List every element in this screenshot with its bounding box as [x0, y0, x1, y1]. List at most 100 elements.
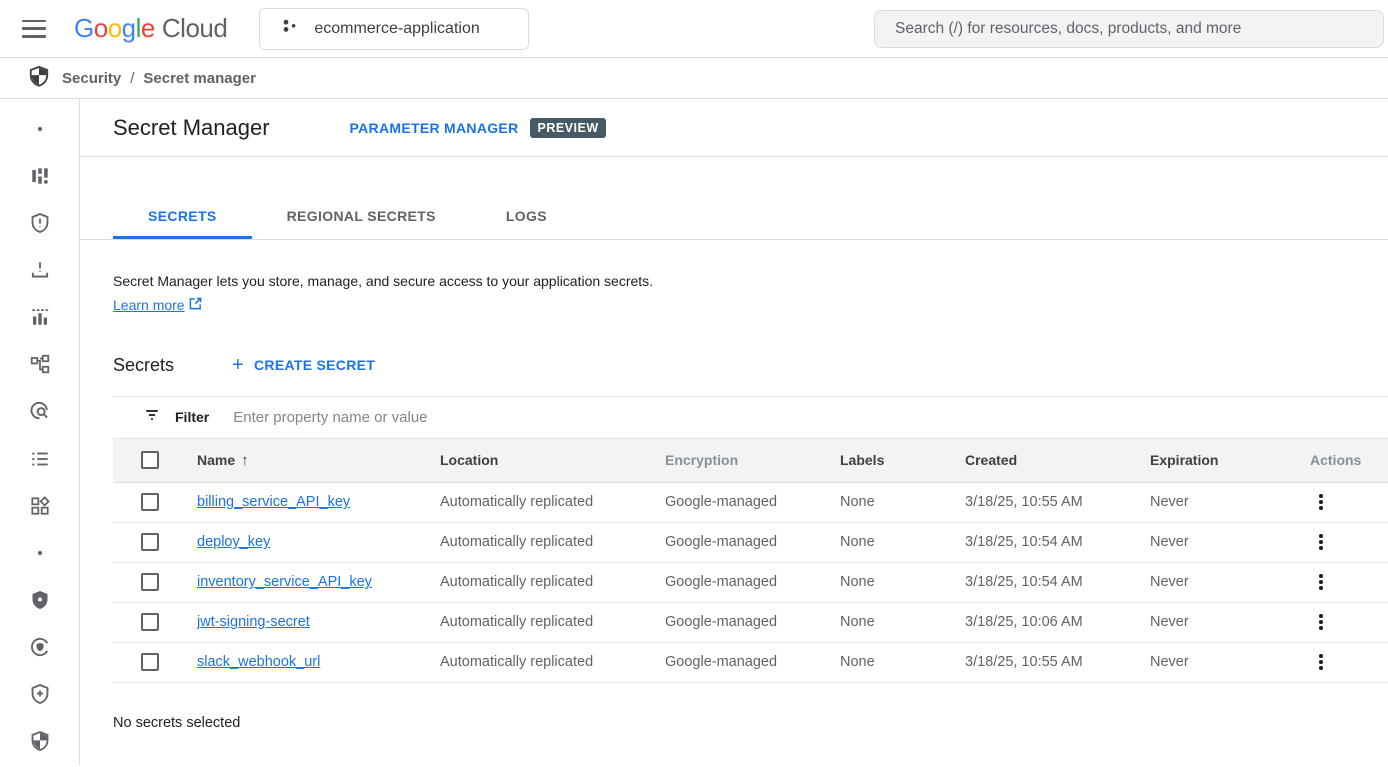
labels-cell: None: [840, 534, 965, 550]
chart-icon[interactable]: [0, 294, 79, 341]
tab-secrets[interactable]: SECRETS: [113, 193, 252, 239]
external-link-icon: [189, 297, 202, 313]
row-actions-menu-icon[interactable]: [1315, 610, 1327, 634]
create-secret-button[interactable]: + CREATE SECRET: [232, 355, 375, 375]
expiration-cell: Never: [1150, 654, 1300, 670]
overview-icon[interactable]: [0, 152, 79, 199]
column-header-name[interactable]: Name ↑: [197, 452, 440, 469]
tab-regional-secrets[interactable]: REGIONAL SECRETS: [252, 193, 471, 239]
encryption-cell: Google-managed: [665, 654, 840, 670]
page-description: Secret Manager lets you store, manage, a…: [113, 272, 1388, 292]
encryption-cell: Google-managed: [665, 494, 840, 510]
row-actions-menu-icon[interactable]: [1315, 650, 1327, 674]
menu-icon[interactable]: [22, 20, 46, 38]
filter-label: Filter: [175, 409, 209, 425]
project-name: ecommerce-application: [314, 20, 479, 38]
column-header-actions: Actions: [1300, 452, 1388, 468]
filter-bar[interactable]: Filter: [113, 397, 1388, 439]
location-cell: Automatically replicated: [440, 494, 665, 510]
shield-half-icon[interactable]: [0, 718, 79, 765]
parameter-manager-link[interactable]: PARAMETER MANAGER: [350, 120, 519, 136]
secret-name-link[interactable]: slack_webhook_url: [197, 654, 320, 670]
left-nav-rail: [0, 99, 80, 765]
project-selector[interactable]: ecommerce-application: [259, 8, 529, 50]
expiration-cell: Never: [1150, 574, 1300, 590]
row-checkbox[interactable]: [141, 533, 159, 551]
table-row: deploy_key Automatically replicated Goog…: [113, 523, 1388, 563]
dot-indicator-icon[interactable]: [0, 529, 79, 576]
filter-input[interactable]: [233, 409, 653, 426]
column-header-created[interactable]: Created: [965, 452, 1150, 468]
select-all-checkbox[interactable]: [141, 451, 159, 469]
row-checkbox[interactable]: [141, 573, 159, 591]
shield-dot-icon[interactable]: [0, 576, 79, 623]
breadcrumb: Security / Secret manager: [0, 58, 1388, 99]
secret-name-link[interactable]: jwt-signing-secret: [197, 614, 310, 630]
table-row: inventory_service_API_key Automatically …: [113, 563, 1388, 603]
selection-status: No secrets selected: [113, 715, 1388, 731]
shield-alert-icon[interactable]: [0, 199, 79, 246]
shapes-icon[interactable]: [0, 482, 79, 529]
created-cell: 3/18/25, 10:54 AM: [965, 534, 1150, 550]
location-cell: Automatically replicated: [440, 534, 665, 550]
encryption-cell: Google-managed: [665, 534, 840, 550]
row-actions-menu-icon[interactable]: [1315, 570, 1327, 594]
dot-indicator-icon[interactable]: [0, 105, 79, 152]
row-checkbox[interactable]: [141, 653, 159, 671]
learn-more-link[interactable]: Learn more: [113, 297, 202, 313]
top-app-bar: Google Cloud ecommerce-application: [0, 0, 1388, 58]
secrets-table: Filter Name ↑ Location Encryption Labels…: [113, 396, 1388, 683]
sort-ascending-icon: ↑: [241, 452, 249, 469]
created-cell: 3/18/25, 10:54 AM: [965, 574, 1150, 590]
table-row: billing_service_API_key Automatically re…: [113, 483, 1388, 523]
inbox-alert-icon[interactable]: [0, 246, 79, 293]
column-header-encryption[interactable]: Encryption: [665, 452, 840, 468]
secrets-section-title: Secrets: [113, 355, 174, 376]
column-header-labels[interactable]: Labels: [840, 452, 965, 468]
plus-icon: +: [232, 355, 244, 375]
encryption-cell: Google-managed: [665, 614, 840, 630]
list-icon[interactable]: [0, 435, 79, 482]
created-cell: 3/18/25, 10:06 AM: [965, 614, 1150, 630]
table-body: billing_service_API_key Automatically re…: [113, 483, 1388, 683]
labels-cell: None: [840, 614, 965, 630]
secret-name-link[interactable]: deploy_key: [197, 534, 270, 550]
hierarchy-icon[interactable]: [0, 341, 79, 388]
table-header: Name ↑ Location Encryption Labels Create…: [113, 439, 1388, 483]
project-icon: [280, 16, 300, 41]
secret-name-link[interactable]: billing_service_API_key: [197, 494, 350, 510]
breadcrumb-section[interactable]: Security: [62, 70, 121, 87]
shield-plus-icon[interactable]: [0, 671, 79, 718]
preview-badge: PREVIEW: [530, 118, 605, 138]
page-title: Secret Manager: [113, 115, 270, 141]
compliance-icon[interactable]: [0, 624, 79, 671]
column-header-expiration[interactable]: Expiration: [1150, 452, 1300, 468]
scan-search-icon[interactable]: [0, 388, 79, 435]
expiration-cell: Never: [1150, 614, 1300, 630]
breadcrumb-page: Secret manager: [143, 70, 256, 87]
location-cell: Automatically replicated: [440, 654, 665, 670]
title-divider: [80, 156, 1388, 157]
row-actions-menu-icon[interactable]: [1315, 490, 1327, 514]
encryption-cell: Google-managed: [665, 574, 840, 590]
row-checkbox[interactable]: [141, 613, 159, 631]
table-row: slack_webhook_url Automatically replicat…: [113, 643, 1388, 683]
tab-logs[interactable]: LOGS: [471, 193, 582, 239]
main-content: Secret Manager PARAMETER MANAGER PREVIEW…: [80, 99, 1388, 765]
location-cell: Automatically replicated: [440, 574, 665, 590]
secret-name-link[interactable]: inventory_service_API_key: [197, 574, 372, 590]
google-cloud-logo: Google Cloud: [74, 13, 227, 44]
global-search[interactable]: [874, 10, 1384, 48]
created-cell: 3/18/25, 10:55 AM: [965, 654, 1150, 670]
column-header-location[interactable]: Location: [440, 452, 665, 468]
table-row: jwt-signing-secret Automatically replica…: [113, 603, 1388, 643]
location-cell: Automatically replicated: [440, 614, 665, 630]
labels-cell: None: [840, 494, 965, 510]
expiration-cell: Never: [1150, 534, 1300, 550]
row-actions-menu-icon[interactable]: [1315, 530, 1327, 554]
security-shield-icon: [28, 64, 50, 93]
row-checkbox[interactable]: [141, 493, 159, 511]
search-input[interactable]: [895, 20, 1363, 38]
labels-cell: None: [840, 654, 965, 670]
labels-cell: None: [840, 574, 965, 590]
